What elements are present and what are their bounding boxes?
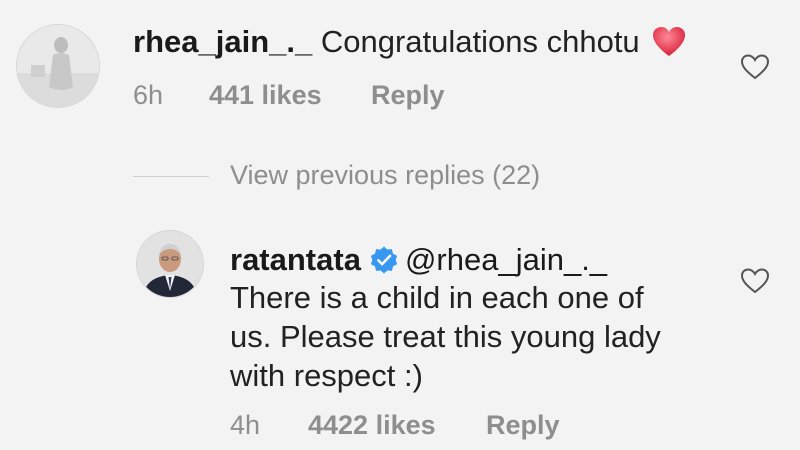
username-ratantata[interactable]: ratantata — [230, 242, 361, 277]
time-ratantata: 4h — [230, 410, 261, 440]
replies-divider — [133, 176, 209, 177]
view-previous-replies-button[interactable]: View previous replies (22) — [230, 160, 540, 191]
comment-ratantata-line-3: with respect :) — [230, 358, 423, 393]
like-heart-icon-ratantata[interactable] — [740, 267, 770, 295]
heart-emoji-icon — [653, 27, 686, 56]
likes-ratantata[interactable]: 4422 likes — [308, 410, 436, 441]
comment-rhea-text-line: rhea_jain_._ Congratulations chhotu — [133, 24, 686, 60]
comment-ratantata-header: ratantata @rhea_jain_._ — [230, 242, 607, 278]
mention-link[interactable]: @rhea_jain_._ — [405, 242, 607, 277]
likes-rhea[interactable]: 441 likes — [209, 80, 322, 111]
comment-rhea-text: Congratulations chhotu — [320, 24, 640, 59]
avatar-ratantata[interactable] — [136, 230, 204, 298]
comment-ratantata-meta: 4h 4422 likes Reply — [230, 410, 570, 442]
avatar-rhea[interactable] — [16, 24, 100, 108]
avatar-rhea-image — [17, 25, 99, 107]
time-rhea: 6h — [133, 80, 164, 110]
comment-ratantata-line-2: us. Please treat this young lady — [230, 319, 661, 354]
verified-badge-icon — [370, 246, 398, 274]
username-rhea[interactable]: rhea_jain_._ — [133, 24, 312, 59]
reply-button-rhea[interactable]: Reply — [371, 80, 445, 111]
reply-button-ratantata[interactable]: Reply — [486, 410, 560, 441]
comment-rhea: rhea_jain_._ Congratulations chhotu 6h 4… — [0, 0, 800, 130]
comment-rhea-meta: 6h 441 likes Reply — [133, 80, 473, 112]
avatar-ratantata-image — [137, 231, 203, 297]
comment-ratantata-line-1: There is a child in each one of — [230, 280, 644, 315]
like-heart-icon-rhea[interactable] — [740, 53, 770, 81]
comment-ratantata: ratantata @rhea_jain_._ There is a child… — [0, 220, 800, 450]
